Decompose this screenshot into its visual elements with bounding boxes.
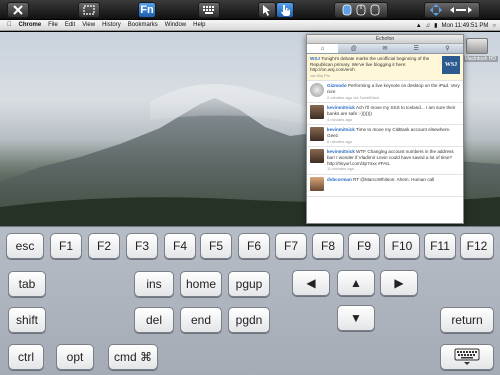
tweet-item[interactable]: dvbcorman RT @MarcoWhitson: Ahem. Human … (307, 175, 463, 197)
hard-drive-label: Macintosh HD (462, 56, 498, 62)
scroll-arrows-icon[interactable] (424, 2, 480, 18)
f6-key[interactable]: F6 (238, 233, 270, 259)
tweet-author[interactable]: dvbcorman (327, 177, 352, 182)
f1-key[interactable]: F1 (50, 233, 82, 259)
tweet-item[interactable]: WSJ Tonight's debate marks the unofficia… (307, 54, 463, 82)
mac-menubar:  Chrome File Edit View History Bookmark… (0, 20, 500, 31)
arrow-down-key[interactable]: ▼ (337, 305, 375, 331)
hard-drive-icon[interactable] (466, 38, 488, 54)
pgdn-key[interactable]: pgdn (228, 307, 270, 333)
tweet-item[interactable]: kevinmitnick Time to move my CitiBank ac… (307, 125, 463, 148)
f8-key[interactable]: F8 (312, 233, 344, 259)
wsj-logo-avatar[interactable]: WSJ (442, 56, 460, 74)
f12-key[interactable]: F12 (460, 233, 494, 259)
pointer-icon[interactable] (258, 2, 276, 18)
home-key[interactable]: home (180, 271, 222, 297)
twitter-client-window: Echofon ⌂ @ ✉ ☰ ⚲ WSJ Tonight's debate m… (306, 34, 464, 224)
menubar-status-area: ▲ ♫ ▮ Mon 11:49:51 PM ○ (416, 20, 496, 31)
avatar[interactable] (310, 149, 324, 164)
f10-key[interactable]: F10 (384, 233, 420, 259)
tweet-text: Performing a live keynote on desktop on … (327, 83, 460, 94)
wifi-icon[interactable]: ▲ (416, 23, 422, 29)
lists-tab-icon[interactable]: ☰ (401, 44, 432, 53)
menu-window[interactable]: Window (165, 22, 186, 28)
tweet-author[interactable]: Gizmodo (327, 83, 347, 88)
ins-key[interactable]: ins (134, 271, 174, 297)
arrow-up-key[interactable]: ▲ (337, 270, 375, 296)
shift-key[interactable]: shift (8, 307, 46, 333)
return-key[interactable]: return (440, 307, 494, 333)
arrow-right-key[interactable]: ▶ (380, 270, 418, 296)
tweet-time: 6 minutes ago (327, 138, 353, 144)
tweet-item[interactable]: Gizmodo Performing a live keynote on des… (307, 81, 463, 104)
battery-icon[interactable]: ▮ (434, 22, 437, 29)
cmd-key[interactable]: cmd ⌘ (108, 344, 158, 370)
window-resize-icon[interactable] (78, 2, 100, 18)
window-title: Echofon (307, 35, 463, 44)
mouse-icon[interactable] (334, 2, 388, 18)
keyboard-grid-icon[interactable] (198, 2, 220, 18)
remote-desktop-screen: Fn  Chrome File Edit (0, 0, 500, 375)
menu-view[interactable]: View (82, 22, 95, 28)
menu-history[interactable]: History (102, 22, 121, 28)
tab-key[interactable]: tab (8, 271, 46, 297)
menu-edit[interactable]: Edit (65, 22, 75, 28)
tweet-time: 2 minutes ago via TweetDeck (327, 94, 380, 100)
twitter-tab-bar: ⌂ @ ✉ ☰ ⚲ (307, 44, 463, 54)
menu-app-name[interactable]: Chrome (19, 22, 42, 28)
end-key[interactable]: end (180, 307, 222, 333)
f3-key[interactable]: F3 (126, 233, 158, 259)
menubar-clock[interactable]: Mon 11:49:51 PM (441, 23, 488, 29)
menu-bookmarks[interactable]: Bookmarks (128, 22, 158, 28)
pgup-key[interactable]: pgup (228, 271, 270, 297)
tweet-item[interactable]: kevinmitnick Ach I'll move my SSS to Ice… (307, 103, 463, 126)
avatar[interactable] (310, 176, 324, 191)
tweet-author[interactable]: kevinmitnick (327, 149, 355, 154)
tweet-time: via Wsj Pro (310, 72, 331, 78)
fn-icon[interactable]: Fn (138, 2, 156, 18)
mentions-tab-icon[interactable]: @ (338, 44, 369, 53)
arrow-left-key[interactable]: ◀ (292, 270, 330, 296)
f4-key[interactable]: F4 (164, 233, 196, 259)
f5-key[interactable]: F5 (200, 233, 232, 259)
virtual-keyboard: esc F1 F2 F3 F4 F5 F6 F7 F8 F9 F10 F11 F… (0, 226, 500, 375)
avatar[interactable] (310, 127, 324, 142)
apple-icon[interactable]:  (7, 22, 12, 28)
ctrl-key[interactable]: ctrl (8, 344, 44, 370)
menu-file[interactable]: File (48, 22, 58, 28)
del-key[interactable]: del (134, 307, 174, 333)
remote-toolbar: Fn (0, 0, 500, 20)
tweet-time: 4 minutes ago (327, 116, 353, 122)
tweet-text: Tonight's debate marks the unofficial be… (310, 56, 430, 73)
avatar[interactable] (310, 83, 324, 98)
tweet-author[interactable]: WSJ (310, 56, 320, 61)
messages-tab-icon[interactable]: ✉ (369, 44, 400, 53)
hide-keyboard-icon[interactable] (440, 344, 494, 370)
search-tab-icon[interactable]: ⚲ (432, 44, 463, 53)
esc-key[interactable]: esc (6, 233, 44, 259)
f7-key[interactable]: F7 (275, 233, 307, 259)
tweet-item[interactable]: kevinmitnick WTF Changing account number… (307, 147, 463, 175)
hand-pointer-icon[interactable] (276, 2, 294, 18)
close-x-icon[interactable] (7, 2, 29, 18)
home-tab-icon[interactable]: ⌂ (307, 44, 339, 53)
f11-key[interactable]: F11 (424, 233, 456, 259)
avatar[interactable] (310, 105, 324, 120)
volume-icon[interactable]: ♫ (426, 23, 431, 29)
menu-help[interactable]: Help (193, 22, 205, 28)
tweet-author[interactable]: kevinmitnick (327, 127, 355, 132)
tweet-time: 11 minutes ago (327, 166, 355, 172)
opt-key[interactable]: opt (56, 344, 94, 370)
tweet-author[interactable]: kevinmitnick (327, 105, 355, 110)
tweet-text: RT @MarcoWhitson: Ahem. Human call (353, 176, 435, 182)
spotlight-icon[interactable]: ○ (492, 23, 496, 29)
f2-key[interactable]: F2 (88, 233, 120, 259)
f9-key[interactable]: F9 (348, 233, 380, 259)
